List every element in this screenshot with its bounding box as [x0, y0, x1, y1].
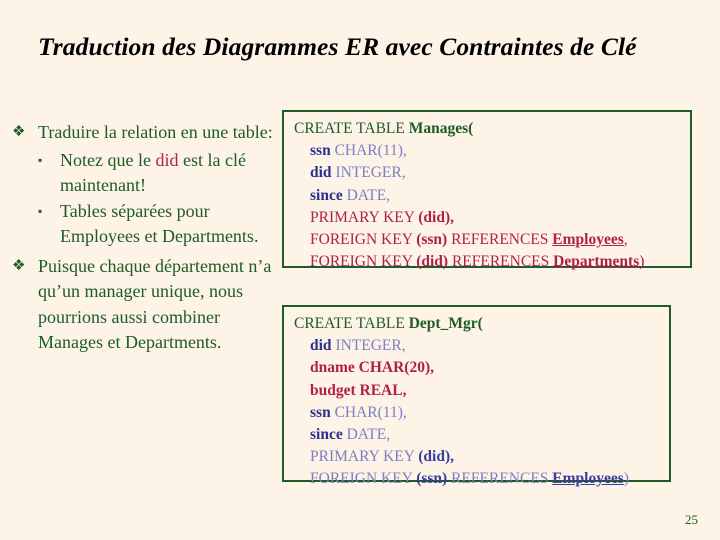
code-token: PRIMARY KEY: [310, 448, 419, 466]
code-token: Manages(: [408, 120, 474, 137]
code-token: CHAR(11),: [330, 403, 407, 421]
code-line: PRIMARY KEY (did),: [294, 446, 661, 468]
code-token: REFERENCES: [448, 253, 554, 271]
sub-bullet-1-part-1: Notez que le: [60, 149, 156, 170]
sub-bullet-item-2-text: Tables séparées pour Employees et Depart…: [60, 200, 259, 247]
code-line: did INTEGER,: [294, 335, 661, 357]
code-token: Employees: [552, 231, 624, 249]
code-token: CREATE TABLE: [294, 120, 409, 137]
code-token: Employees: [552, 470, 624, 488]
code-token: ,: [623, 231, 628, 249]
diamond-bullet-icon: ❖: [12, 124, 26, 140]
square-bullet-icon: ▪: [38, 203, 43, 218]
code-token: REFERENCES: [447, 470, 553, 488]
code-token: INTEGER,: [331, 337, 406, 355]
code-token: did: [310, 337, 332, 355]
code-line: ssn CHAR(11),: [294, 140, 682, 162]
code-box-manages: CREATE TABLE Manages(ssn CHAR(11), did IN…: [282, 110, 692, 270]
code-token: ssn: [310, 403, 331, 421]
code-token: INTEGER,: [331, 164, 406, 182]
page-number: 25: [685, 512, 698, 527]
code-token: FOREIGN KEY: [310, 470, 417, 488]
code-token: DATE,: [342, 186, 391, 204]
sub-bullet-item-1-text: Notez que le did est la clé maintenant!: [60, 148, 274, 199]
code-line: CREATE TABLE Manages(: [294, 118, 682, 140]
slide-title: Traduction des Diagrammes ER avec Contra…: [38, 32, 637, 61]
code-token: (did),: [418, 448, 454, 466]
bullet-item-1-sublist: ▪ Notez que le did est la clé maintenant…: [12, 148, 274, 250]
keyword-did: did: [155, 149, 179, 170]
code-line: CREATE TABLE Dept_Mgr(: [294, 313, 661, 335]
code-token: (did),: [418, 208, 454, 226]
code-line: PRIMARY KEY (did),: [294, 207, 682, 229]
bullet-item-2: ❖ Puisque chaque département n’a qu’un m…: [12, 254, 274, 356]
square-bullet-icon: ▪: [38, 152, 43, 167]
code-token: Dept_Mgr(: [408, 315, 483, 332]
bullet-item-1: ❖ Traduire la relation en une table:: [12, 120, 274, 146]
code-token: PRIMARY KEY: [310, 208, 419, 226]
code-token: FOREIGN KEY: [310, 231, 417, 249]
code-token: did: [310, 164, 332, 182]
code-line: did INTEGER,: [294, 162, 682, 184]
code-line: FOREIGN KEY (ssn) REFERENCES Employees): [294, 468, 661, 490]
code-token: ssn: [310, 142, 331, 160]
code-token: dname CHAR(20),: [310, 359, 434, 377]
code-line: dname CHAR(20),: [294, 357, 661, 379]
code-token: since: [310, 186, 343, 204]
code-token: CREATE TABLE: [294, 315, 409, 332]
code-token: ): [639, 253, 645, 271]
sub-bullet-item-1: ▪ Notez que le did est la clé maintenant…: [38, 148, 274, 199]
sub-bullet-item-2: ▪ Tables séparées pour Employees et Depa…: [38, 199, 274, 250]
code-token: FOREIGN KEY: [310, 253, 417, 271]
code-token: since: [310, 426, 343, 444]
bullet-item-1-text: Traduire la relation en une table:: [38, 122, 273, 142]
code-token: DATE,: [342, 426, 391, 444]
code-line: since DATE,: [294, 185, 682, 207]
bullet-item-2-text: Puisque chaque département n’a qu’un man…: [38, 255, 272, 353]
code-box-dept-mgr: CREATE TABLE Dept_Mgr(did INTEGER, dname …: [282, 305, 671, 487]
code-token: (ssn): [416, 231, 448, 249]
diamond-bullet-icon: ❖: [12, 257, 26, 274]
code-token: CHAR(11),: [330, 142, 407, 160]
code-line: FOREIGN KEY (did) REFERENCES Departments…: [294, 251, 682, 273]
code-token: ): [623, 470, 629, 488]
code-line: ssn CHAR(11),: [294, 402, 661, 424]
code-token: Departments: [553, 253, 640, 271]
bullet-list: ❖ Traduire la relation en une table: ▪ N…: [12, 120, 274, 356]
code-line: FOREIGN KEY (ssn) REFERENCES Employees,: [294, 229, 682, 251]
code-line: since DATE,: [294, 424, 661, 446]
code-token: REFERENCES: [447, 231, 553, 249]
slide-canvas: Traduction des Diagrammes ER avec Contra…: [0, 0, 720, 540]
code-line: budget REAL,: [294, 380, 661, 402]
code-token: budget REAL,: [310, 381, 407, 399]
code-token: (ssn): [416, 470, 448, 488]
code-token: (did): [416, 253, 449, 271]
